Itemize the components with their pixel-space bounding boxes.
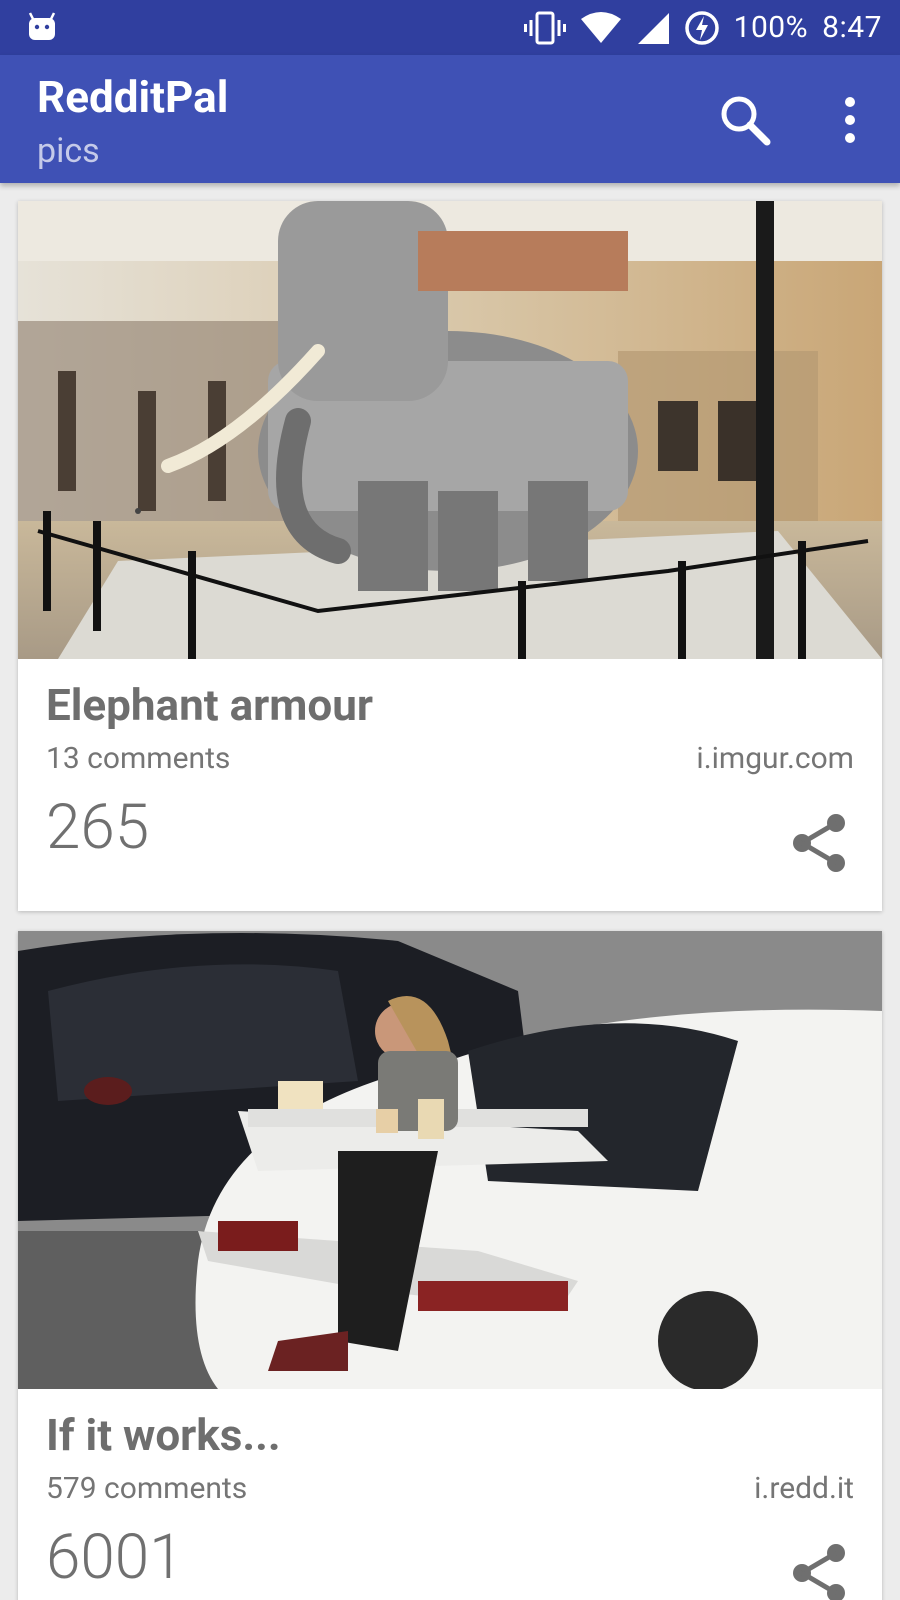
share-icon[interactable] (788, 1541, 852, 1600)
post-domain: i.imgur.com (696, 741, 854, 776)
post-score: 265 (46, 791, 150, 864)
post-thumbnail[interactable] (18, 201, 882, 659)
more-vert-icon[interactable] (822, 88, 878, 152)
share-icon[interactable] (788, 811, 852, 875)
status-time: 8:47 (822, 10, 882, 45)
battery-percentage: 100% (733, 10, 809, 45)
status-bar: 100% 8:47 (0, 0, 900, 55)
app-title: RedditPal (37, 71, 229, 123)
app-bar: RedditPal pics (0, 55, 900, 183)
vibrate-icon (523, 11, 566, 44)
battery-charging-icon (684, 10, 719, 45)
android-notification-icon (28, 12, 56, 40)
comment-count[interactable]: 579 comments (46, 1471, 247, 1506)
post-score: 6001 (46, 1521, 184, 1594)
post-card[interactable]: Elephant armour 13 comments i.imgur.com … (18, 201, 882, 911)
post-title[interactable]: If it works... (46, 1409, 281, 1461)
comment-count[interactable]: 13 comments (46, 741, 230, 776)
post-card[interactable]: If it works... 579 comments i.redd.it 60… (18, 931, 882, 1600)
post-domain: i.redd.it (754, 1471, 854, 1506)
post-thumbnail[interactable] (18, 931, 882, 1389)
wifi-icon (580, 11, 621, 43)
search-icon[interactable] (713, 88, 777, 152)
post-title[interactable]: Elephant armour (46, 679, 373, 731)
signal-icon (637, 12, 669, 44)
subreddit-subtitle: pics (37, 131, 100, 171)
